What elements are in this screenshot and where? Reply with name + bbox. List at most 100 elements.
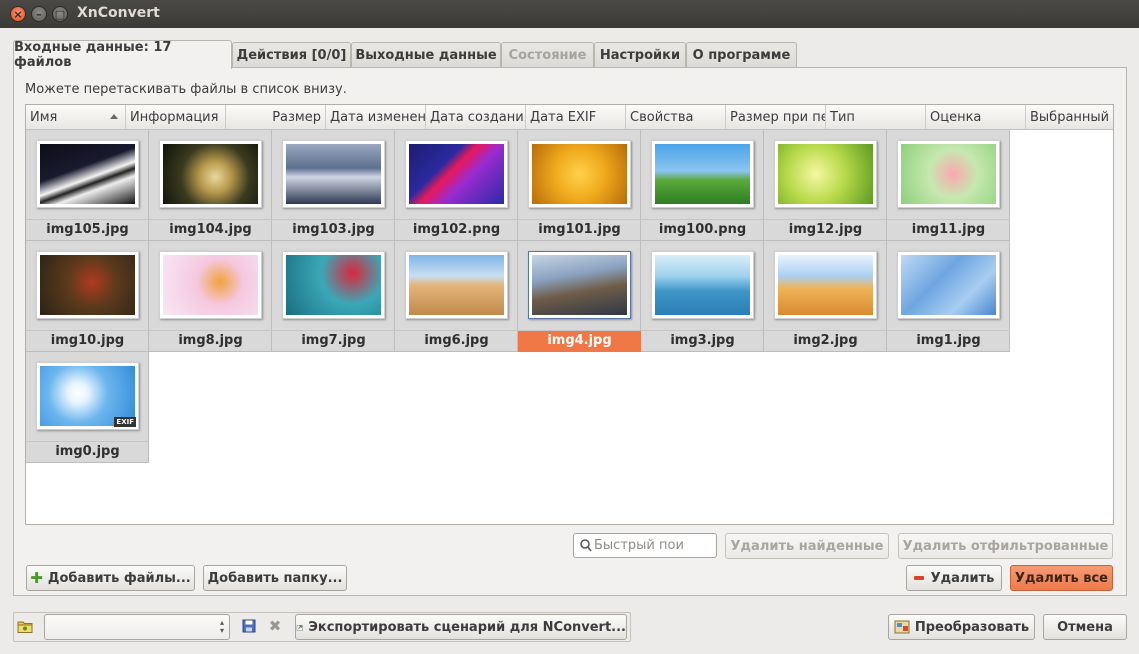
file-name-label: img104.jpg — [149, 219, 272, 241]
delete-icon[interactable]: ✖ — [266, 617, 284, 635]
remove-button[interactable]: Удалить — [906, 565, 1002, 591]
thumbnail-image: EXIF — [36, 362, 139, 430]
close-icon: × — [13, 7, 23, 21]
tab-actions[interactable]: Действия [0/0] — [232, 42, 351, 68]
file-thumbnail-item[interactable]: EXIF img0.jpg — [26, 352, 149, 463]
file-thumbnail-item[interactable]: img105.jpg — [26, 130, 149, 241]
column-properties[interactable]: Свойства — [626, 105, 726, 129]
open-folder-icon[interactable] — [16, 618, 34, 634]
export-icon — [296, 624, 303, 631]
column-name[interactable]: Имя — [26, 105, 126, 129]
convert-icon — [894, 620, 910, 634]
add-folder-button[interactable]: Добавить папку... — [203, 565, 347, 591]
add-files-label: Добавить файлы... — [47, 570, 191, 586]
save-icon[interactable] — [240, 618, 258, 634]
file-thumbnail-item[interactable]: img2.jpg — [764, 241, 887, 352]
file-thumbnail-item[interactable]: img7.jpg — [272, 241, 395, 352]
add-icon: ✚ — [30, 569, 43, 587]
thumbnail-picture — [286, 144, 381, 204]
column-exif-date[interactable]: Дата EXIF — [526, 105, 626, 129]
title-bar: × – □ XnConvert — [0, 0, 1139, 28]
remove-icon — [913, 576, 924, 580]
thumbnail-picture — [778, 255, 873, 315]
sort-ascending-icon — [110, 114, 118, 119]
file-thumbnail-item[interactable]: img3.jpg — [641, 241, 764, 352]
minimize-icon: – — [36, 7, 42, 21]
file-name-label: img105.jpg — [26, 219, 149, 241]
thumbnail-image — [405, 140, 508, 208]
thumbnail-picture — [40, 255, 135, 315]
file-name-label: img11.jpg — [887, 219, 1010, 241]
quick-search-field[interactable] — [573, 533, 717, 558]
thumbnail-picture — [163, 255, 258, 315]
script-select[interactable]: ▴ ▾ — [44, 614, 230, 640]
file-name-label: img2.jpg — [764, 330, 887, 352]
thumbnail-image — [651, 251, 754, 319]
thumbnail-picture — [163, 144, 258, 204]
export-label: Экспортировать сценарий для NConvert... — [308, 619, 626, 635]
file-thumbnail-item[interactable]: img100.png — [641, 130, 764, 241]
thumbnail-image — [36, 140, 139, 208]
maximize-icon: □ — [54, 7, 66, 21]
tab-output[interactable]: Выходные данные — [351, 42, 501, 68]
column-info[interactable]: Информация — [126, 105, 226, 129]
file-thumbnail-item[interactable]: img104.jpg — [149, 130, 272, 241]
column-rating[interactable]: Оценка — [926, 105, 1026, 129]
thumbnail-image — [282, 251, 385, 319]
column-header: Имя Информация Размер Дата изменения Дат… — [26, 105, 1113, 130]
export-nconvert-button[interactable]: Экспортировать сценарий для NConvert... — [295, 614, 627, 640]
file-thumbnail-item[interactable]: img101.jpg — [518, 130, 641, 241]
file-thumbnail-item[interactable]: img1.jpg — [887, 241, 1010, 352]
file-thumbnail-item[interactable]: img102.png — [395, 130, 518, 241]
tab-status[interactable]: Состояние — [501, 42, 594, 68]
column-modified-date[interactable]: Дата изменения — [326, 105, 426, 129]
file-name-label: img12.jpg — [764, 219, 887, 241]
thumbnail-picture — [901, 255, 996, 315]
thumbnail-image — [528, 251, 631, 319]
cancel-button[interactable]: Отмена — [1043, 614, 1127, 640]
convert-button[interactable]: Преобразовать — [888, 614, 1035, 640]
file-name-label: img6.jpg — [395, 330, 518, 352]
tab-input[interactable]: Входные данные: 17 файлов — [13, 40, 232, 70]
thumbnail-image — [36, 251, 139, 319]
thumbnail-picture — [409, 255, 504, 315]
exif-badge: EXIF — [114, 417, 136, 427]
file-name-label: img103.jpg — [272, 219, 395, 241]
thumbnail-picture — [532, 144, 627, 204]
window-close-button[interactable]: × — [10, 6, 26, 22]
file-thumbnail-item[interactable]: img11.jpg — [887, 130, 1010, 241]
file-thumbnail-item[interactable]: img12.jpg — [764, 130, 887, 241]
quick-search-input[interactable] — [592, 538, 712, 553]
thumbnail-image — [897, 251, 1000, 319]
file-thumbnail-item[interactable]: img8.jpg — [149, 241, 272, 352]
thumbnail-picture — [778, 144, 873, 204]
thumbnail-image — [405, 251, 508, 319]
file-thumbnail-item[interactable]: img10.jpg — [26, 241, 149, 352]
column-print-size[interactable]: Размер при печати — [726, 105, 826, 129]
remove-found-button[interactable]: Удалить найденные — [725, 533, 889, 559]
file-thumbnail-item[interactable]: img6.jpg — [395, 241, 518, 352]
column-name-label: Имя — [30, 109, 58, 125]
remove-filtered-button[interactable]: Удалить отфильтрованные — [898, 533, 1113, 559]
column-type[interactable]: Тип — [826, 105, 926, 129]
spin-arrows-icon: ▴ ▾ — [219, 618, 224, 635]
column-selected[interactable]: Выбранный — [1026, 105, 1113, 129]
column-size[interactable]: Размер — [226, 105, 326, 129]
file-name-label: img0.jpg — [26, 441, 149, 463]
drag-hint: Можете перетаскивать файлы в список вниз… — [25, 82, 347, 97]
file-thumbnail-item[interactable]: img4.jpg — [518, 241, 641, 352]
tab-settings[interactable]: Настройки — [594, 42, 686, 68]
thumbnail-image — [897, 140, 1000, 208]
column-created-date[interactable]: Дата создания — [426, 105, 526, 129]
add-files-button[interactable]: ✚ Добавить файлы... — [26, 565, 195, 591]
tab-about[interactable]: О программе — [686, 42, 797, 68]
file-list[interactable]: Имя Информация Размер Дата изменения Дат… — [25, 104, 1114, 525]
window-minimize-button[interactable]: – — [31, 6, 47, 22]
file-name-label: img8.jpg — [149, 330, 272, 352]
thumbnail-picture — [655, 255, 750, 315]
window-maximize-button[interactable]: □ — [52, 6, 68, 22]
file-thumbnail-item[interactable]: img103.jpg — [272, 130, 395, 241]
thumbnail-image — [159, 251, 262, 319]
remove-all-button[interactable]: Удалить все — [1010, 565, 1113, 591]
thumbnail-picture — [901, 144, 996, 204]
